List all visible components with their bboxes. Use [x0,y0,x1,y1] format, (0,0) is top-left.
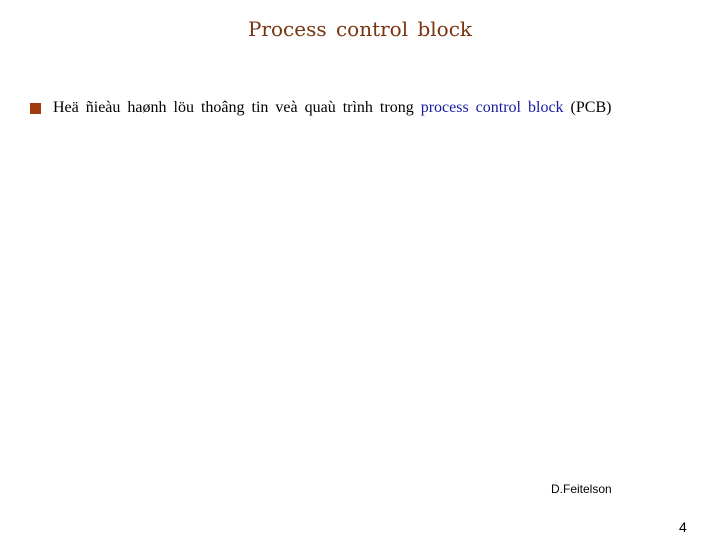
bullet-text-before: Heä ñieàu haønh löu thoâng tin veà quaù … [53,99,421,116]
bullet-item: Heä ñieàu haønh löu thoâng tin veà quaù … [30,99,611,117]
slide: Process control block Heä ñieàu haønh lö… [0,0,720,540]
slide-title: Process control block [247,17,473,41]
page-number: 4 [679,519,687,535]
square-bullet-icon [30,102,41,114]
bullet-text: Heä ñieàu haønh löu thoâng tin veà quaù … [53,99,611,117]
bullet-highlight-term: process control block [420,99,564,116]
bullet-text-after: (PCB) [563,99,612,116]
author-credit: D.Feitelson [551,482,612,496]
